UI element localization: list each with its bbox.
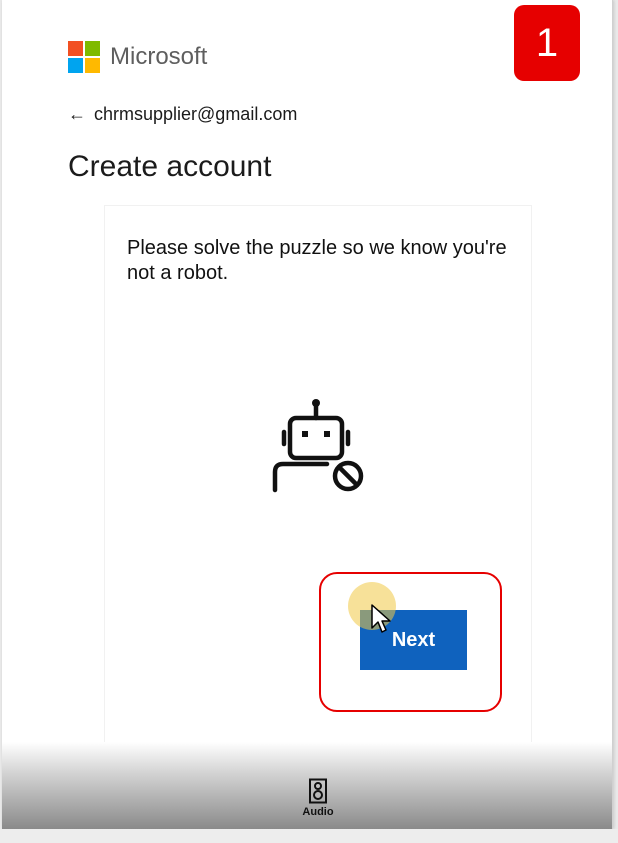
mouse-cursor-icon xyxy=(371,604,391,633)
audio-label: Audio xyxy=(302,806,334,818)
audio-button[interactable]: Audio xyxy=(288,778,348,828)
speaker-icon xyxy=(309,778,327,804)
step-number-badge: 1 xyxy=(514,5,580,81)
next-highlight-annotation xyxy=(319,572,502,712)
captcha-panel: Please solve the puzzle so we know you'r… xyxy=(104,205,532,829)
microsoft-logo: Microsoft xyxy=(68,40,207,74)
microsoft-logo-icon xyxy=(68,41,100,73)
robot-blocked-icon xyxy=(272,399,364,493)
page-background-strip xyxy=(0,829,618,843)
puzzle-instructions: Please solve the puzzle so we know you'r… xyxy=(127,237,507,284)
identity-banner[interactable]: ← chrmsupplier@gmail.com xyxy=(68,104,297,125)
brand-name: Microsoft xyxy=(110,43,208,70)
page-title: Create account xyxy=(68,150,272,183)
arrow-left-icon[interactable]: ← xyxy=(68,104,86,125)
signup-window: Microsoft ← chrmsupplier@gmail.com Creat… xyxy=(2,0,613,829)
identity-email: chrmsupplier@gmail.com xyxy=(94,104,298,124)
